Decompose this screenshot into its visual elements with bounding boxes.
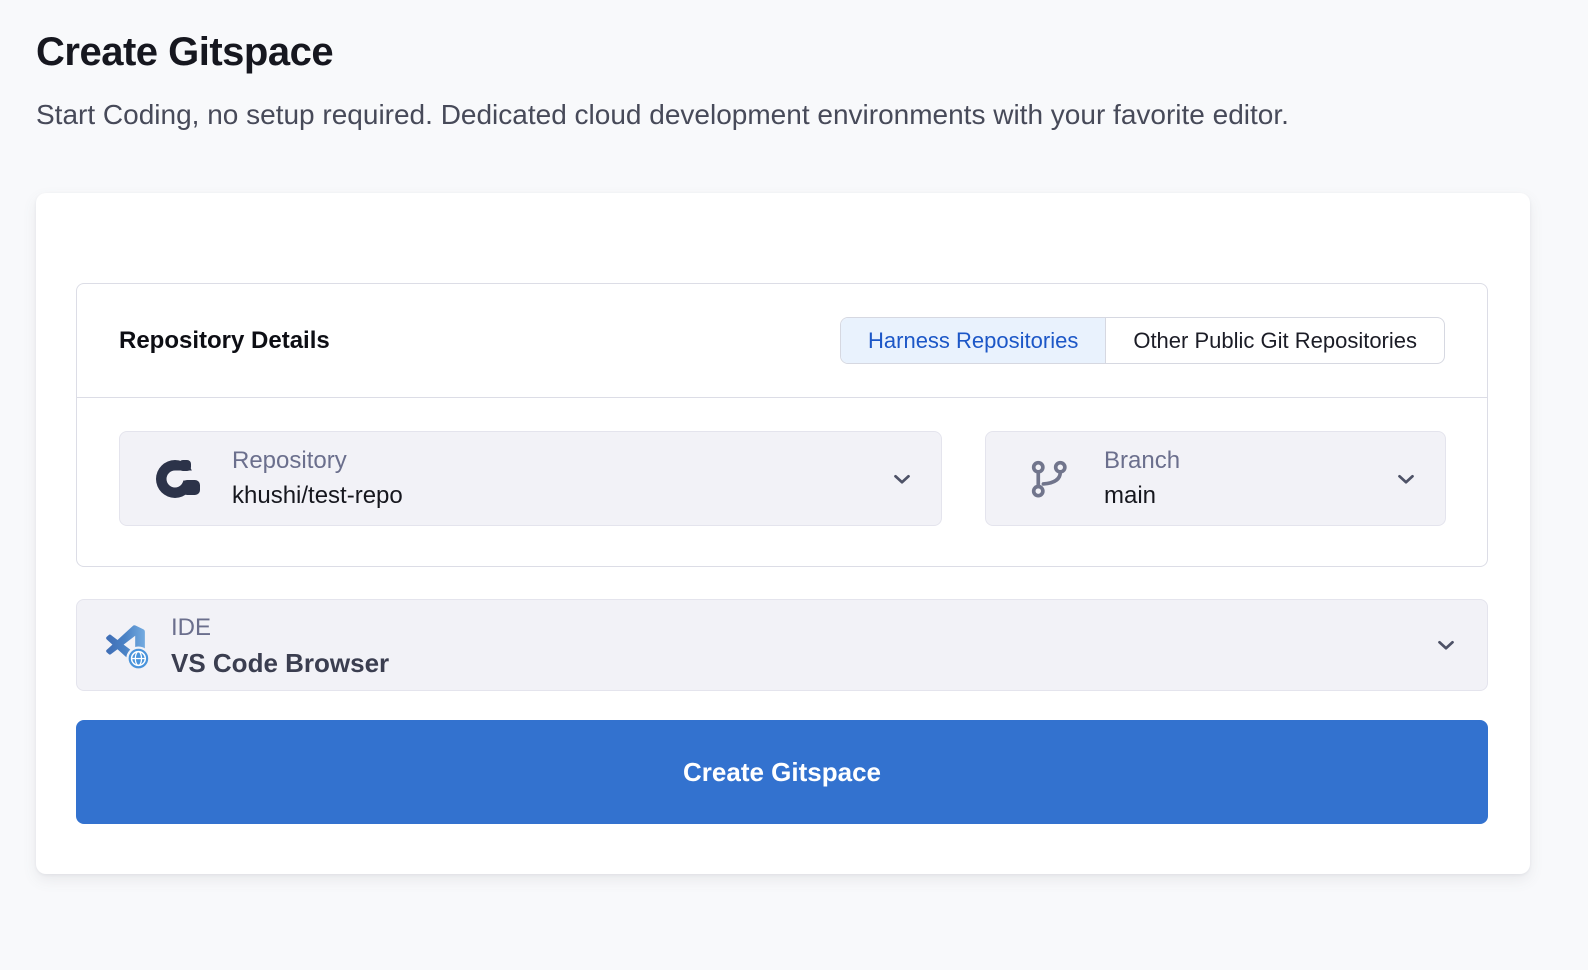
repository-field-label: Repository — [232, 446, 403, 476]
ide-select[interactable]: IDE VS Code Browser — [76, 599, 1488, 691]
branch-field-label: Branch — [1104, 446, 1180, 476]
repository-details-section: Repository Details Harness Repositories … — [76, 283, 1488, 567]
branch-field-value: main — [1104, 481, 1180, 511]
branch-select[interactable]: Branch main — [985, 431, 1446, 526]
ide-field-value: VS Code Browser — [171, 648, 389, 678]
page-title: Create Gitspace — [36, 30, 1552, 75]
tab-harness-repositories[interactable]: Harness Repositories — [841, 318, 1105, 363]
vscode-browser-icon — [103, 620, 153, 670]
tab-other-public-git-repositories-label: Other Public Git Repositories — [1133, 328, 1417, 354]
tab-other-public-git-repositories[interactable]: Other Public Git Repositories — [1105, 318, 1444, 363]
chevron-down-icon — [1433, 632, 1459, 658]
ide-field-text: IDE VS Code Browser — [171, 613, 389, 678]
git-branch-icon — [1028, 457, 1072, 501]
tab-harness-repositories-label: Harness Repositories — [868, 328, 1078, 354]
page-subtitle: Start Coding, no setup required. Dedicat… — [36, 93, 1466, 137]
repository-details-header: Repository Details Harness Repositories … — [77, 284, 1487, 398]
gitspace-form-card: Repository Details Harness Repositories … — [36, 193, 1530, 874]
repository-branch-row: Repository khushi/test-repo — [77, 398, 1487, 566]
create-gitspace-page: Create Gitspace Start Coding, no setup r… — [0, 0, 1588, 970]
repository-select[interactable]: Repository khushi/test-repo — [119, 431, 942, 526]
repository-field-text: Repository khushi/test-repo — [232, 446, 403, 511]
harness-repo-icon — [154, 455, 202, 503]
chevron-down-icon — [1393, 466, 1419, 492]
globe-badge — [127, 648, 149, 670]
create-gitspace-button[interactable]: Create Gitspace — [76, 720, 1488, 824]
branch-field-text: Branch main — [1104, 446, 1180, 511]
ide-field-label: IDE — [171, 613, 389, 643]
repository-field-value: khushi/test-repo — [232, 481, 403, 511]
repository-source-tabs: Harness Repositories Other Public Git Re… — [840, 317, 1445, 364]
chevron-down-icon — [889, 466, 915, 492]
repository-details-title: Repository Details — [119, 327, 330, 355]
